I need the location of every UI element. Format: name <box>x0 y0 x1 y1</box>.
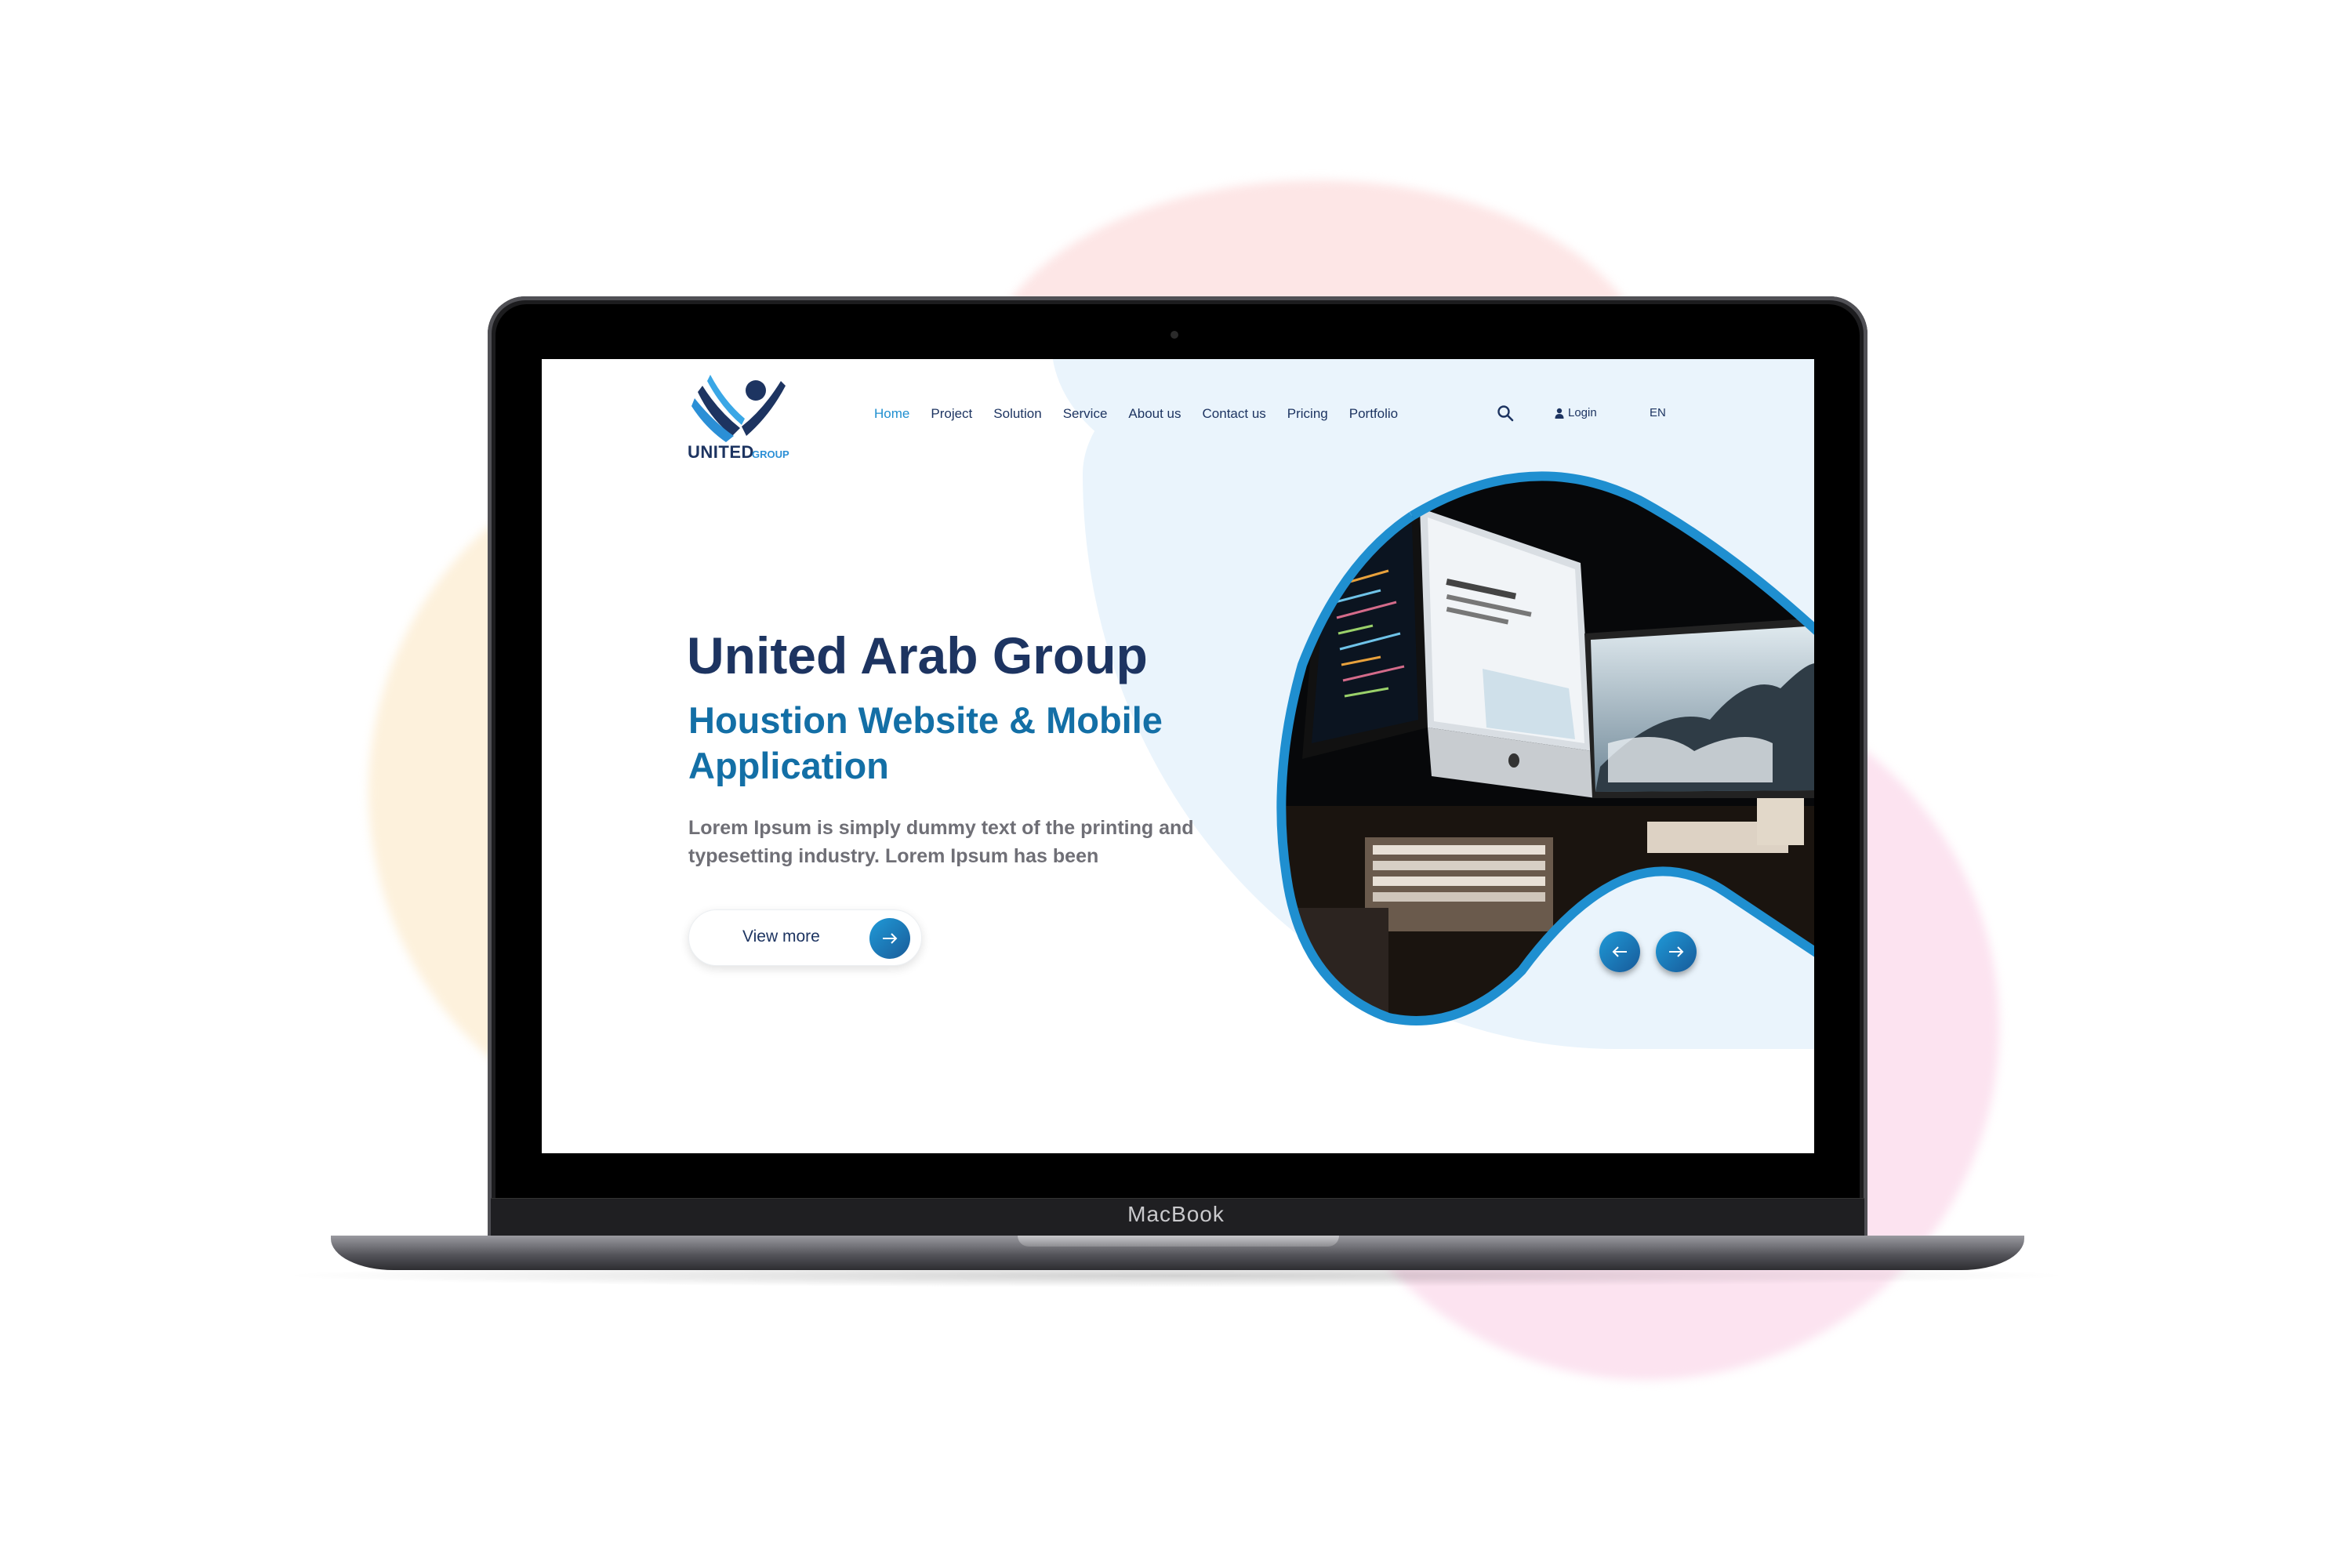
nav-item-solution[interactable]: Solution <box>993 406 1041 422</box>
arrow-left-icon <box>1612 946 1627 957</box>
nav-item-portfolio[interactable]: Portfolio <box>1349 406 1398 422</box>
search-icon[interactable] <box>1497 405 1514 422</box>
arrow-right-icon <box>1669 946 1684 957</box>
user-icon <box>1555 408 1564 419</box>
laptop-notch <box>1018 1236 1339 1247</box>
nav-item-contact-us[interactable]: Contact us <box>1203 406 1266 422</box>
logo-wordmark: UNITED <box>688 442 754 462</box>
camera-icon <box>1171 331 1178 339</box>
logo-sub-wordmark: GROUP <box>752 448 789 460</box>
website-screen: UNITED GROUP Home Project Solution Service A… <box>542 359 1814 1153</box>
nav-item-service[interactable]: Service <box>1063 406 1108 422</box>
hero-subtitle: Houstion Website & Mobile Application <box>688 699 1163 786</box>
main-nav: Home Project Solution Service About us Contac… <box>874 406 1398 422</box>
nav-item-home[interactable]: Home <box>874 406 909 422</box>
slider-prev-button[interactable] <box>1599 931 1640 972</box>
view-more-label: View more <box>742 927 820 946</box>
login-label: Login <box>1568 406 1597 419</box>
language-selector[interactable]: EN <box>1650 406 1666 419</box>
laptop-brand-label: MacBook <box>1127 1202 1225 1226</box>
nav-item-project[interactable]: Project <box>931 406 972 422</box>
nav-item-about-us[interactable]: About us <box>1128 406 1181 422</box>
nav-item-pricing[interactable]: Pricing <box>1287 406 1328 422</box>
slider-next-button[interactable] <box>1656 931 1697 972</box>
hero-image <box>1276 471 1814 1025</box>
hero-description: Lorem Ipsum is simply dummy text of the … <box>688 817 1194 867</box>
view-more-button[interactable]: View more <box>688 909 922 966</box>
arrow-right-icon <box>869 918 910 959</box>
hero-title: United Arab Group <box>687 626 1148 684</box>
login-link[interactable]: Login <box>1555 406 1597 419</box>
